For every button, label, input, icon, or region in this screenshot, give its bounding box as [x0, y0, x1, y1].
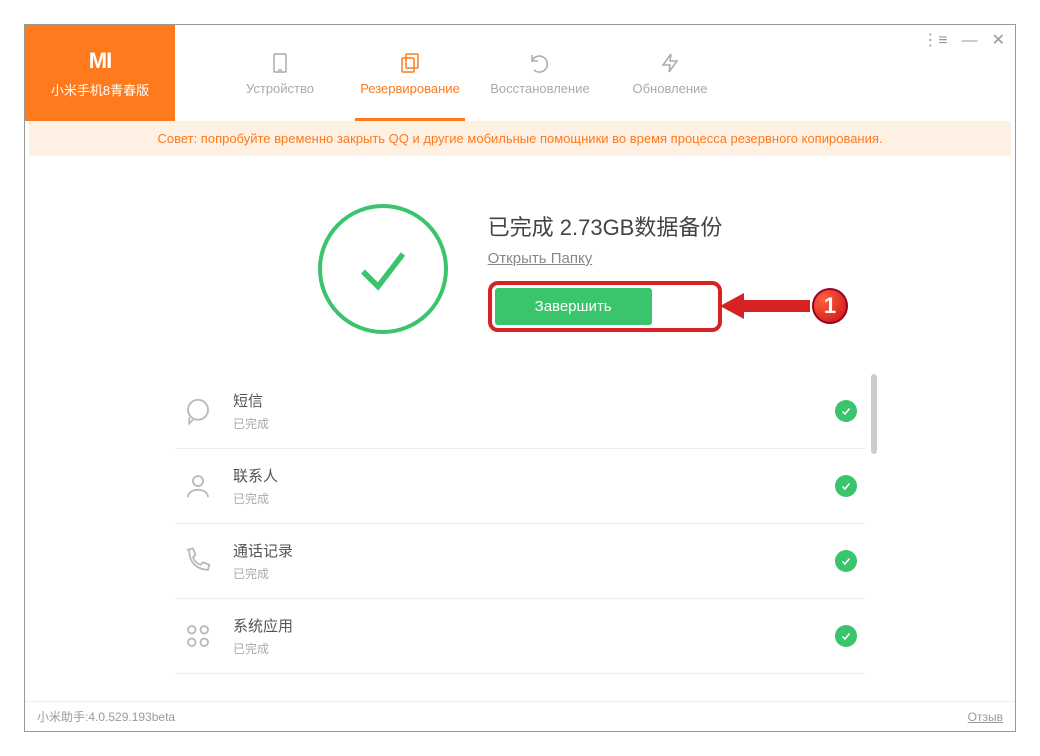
brand-block: MI 小米手机8青春版: [25, 25, 175, 121]
tab-restore-label: Восстановление: [490, 81, 589, 96]
open-folder-link[interactable]: Открыть Папку: [488, 250, 723, 267]
annotation-badge: 1: [812, 288, 848, 324]
list-item-sub: 已完成: [233, 640, 835, 657]
tablet-icon: [268, 51, 292, 75]
content: 已完成 2.73GB数据备份 Открыть Папку Завершить 短…: [25, 156, 1015, 701]
mi-logo: MI: [89, 48, 111, 74]
list-item-sub: 已完成: [233, 415, 835, 432]
copy-icon: [398, 51, 422, 75]
list-item: 系统应用 已完成: [175, 599, 865, 674]
status-text: 已完成 2.73GB数据备份 Открыть Папку Завершить: [488, 204, 723, 332]
tab-device[interactable]: Устройство: [215, 25, 345, 121]
list-item-text: 系统应用 已完成: [233, 615, 835, 657]
status-row: 已完成 2.73GB数据备份 Открыть Папку Завершить: [318, 204, 723, 334]
list-item-sub: 已完成: [233, 490, 835, 507]
check-icon: [835, 550, 857, 572]
message-icon: [183, 396, 213, 426]
tab-update[interactable]: Обновление: [605, 25, 735, 121]
device-name: 小米手机8青春版: [51, 80, 149, 99]
phone-icon: [183, 546, 213, 576]
check-icon: [835, 475, 857, 497]
close-icon[interactable]: ✕: [992, 33, 1005, 49]
list-item-text: 短信 已完成: [233, 390, 835, 432]
version-label: 小米助手:4.0.529.193beta: [37, 708, 175, 725]
tab-backup-label: Резервирование: [360, 81, 460, 96]
tab-restore[interactable]: Восстановление: [475, 25, 605, 121]
list-item-text: 通话记录 已完成: [233, 540, 835, 582]
list-item: 短信 已完成: [175, 374, 865, 449]
list-item-title: 通话记录: [233, 540, 835, 561]
app-window: MI 小米手机8青春版 Устройство Резервирование: [24, 24, 1016, 732]
list-item-text: 联系人 已完成: [233, 465, 835, 507]
person-icon: [183, 471, 213, 501]
tab-bar: Устройство Резервирование Восстановление…: [175, 25, 1015, 121]
bolt-icon: [658, 51, 682, 75]
finish-highlight: Завершить: [488, 281, 723, 332]
list-item-title: 系统应用: [233, 615, 835, 636]
scrollbar[interactable]: [871, 374, 877, 454]
tip-bar: Совет: попробуйте временно закрыть QQ и …: [29, 121, 1011, 156]
backup-item-list: 短信 已完成 联系人 已完成 通话记: [175, 374, 865, 674]
list-item: 通话记录 已完成: [175, 524, 865, 599]
arrow-icon: [720, 293, 810, 319]
menu-icon[interactable]: ⋮≡: [922, 33, 947, 49]
list-item-sub: 已完成: [233, 565, 835, 582]
undo-icon: [528, 51, 552, 75]
header: MI 小米手机8青春版 Устройство Резервирование: [25, 25, 1015, 121]
check-icon: [835, 400, 857, 422]
check-icon: [835, 625, 857, 647]
annotation-arrow: 1: [720, 288, 848, 324]
status-title: 已完成 2.73GB数据备份: [488, 210, 723, 242]
footer: 小米助手:4.0.529.193beta Отзыв: [25, 701, 1015, 731]
list-item: 联系人 已完成: [175, 449, 865, 524]
success-check-icon: [318, 204, 448, 334]
tab-backup[interactable]: Резервирование: [345, 25, 475, 121]
feedback-link[interactable]: Отзыв: [968, 710, 1003, 724]
list-item-title: 短信: [233, 390, 835, 411]
window-controls: ⋮≡ — ✕: [922, 33, 1005, 49]
list-item-title: 联系人: [233, 465, 835, 486]
apps-icon: [183, 621, 213, 651]
finish-button[interactable]: Завершить: [495, 288, 652, 325]
minimize-icon[interactable]: —: [962, 33, 978, 49]
tab-update-label: Обновление: [632, 81, 707, 96]
tab-device-label: Устройство: [246, 81, 314, 96]
